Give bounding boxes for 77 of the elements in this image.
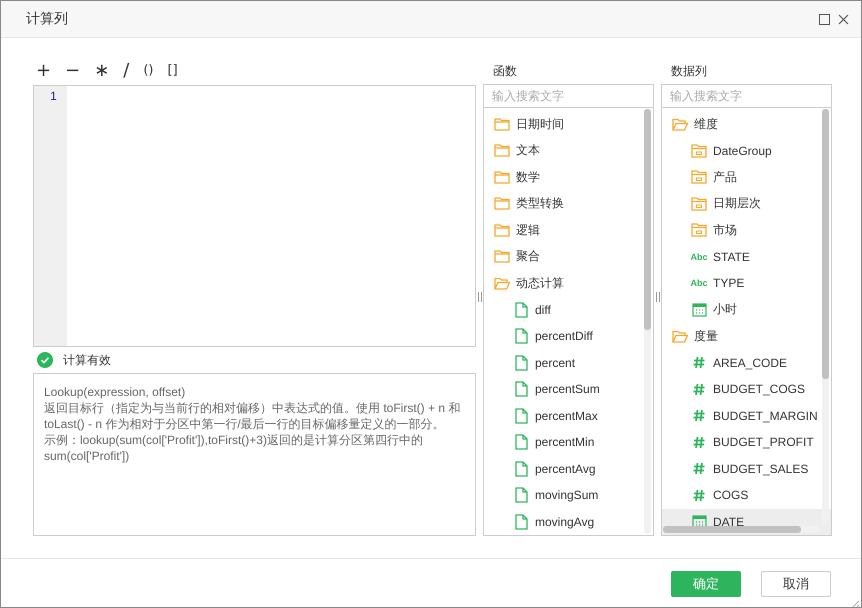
code-editor[interactable]: 1 xyxy=(33,85,476,347)
line-number: 1 xyxy=(49,89,58,103)
tree-item[interactable]: COGS xyxy=(662,482,831,508)
tree-item[interactable]: BUDGET_COGS xyxy=(662,376,831,402)
number-icon xyxy=(693,488,705,502)
operator-button[interactable]: + xyxy=(33,62,54,80)
text-type-label: Abc xyxy=(690,252,708,262)
validation-message: 计算有效 xyxy=(63,352,111,368)
panel-title: 数据列 xyxy=(670,63,708,80)
tree-item[interactable]: percentAvg xyxy=(484,456,653,482)
tree-item[interactable]: Abc TYPE xyxy=(662,270,831,296)
tree-item[interactable]: percentMax xyxy=(484,402,653,429)
scrollbar[interactable] xyxy=(663,526,820,533)
number-icon xyxy=(693,436,705,449)
document-icon xyxy=(514,328,528,344)
folder-item[interactable]: 逻辑 xyxy=(484,217,653,244)
folder-item[interactable]: 文本 xyxy=(484,138,653,164)
tree-item[interactable]: percentMin xyxy=(484,429,653,456)
tree-item[interactable]: BUDGET_PROFIT xyxy=(662,429,831,456)
operator-button[interactable]: () xyxy=(140,62,157,80)
document-icon xyxy=(514,381,528,398)
operator-button[interactable]: ∗ xyxy=(91,62,112,80)
calendar-icon xyxy=(692,302,706,318)
folder-item[interactable]: 度量 xyxy=(662,323,831,350)
text-type-label: Abc xyxy=(690,278,708,288)
cancel-button[interactable]: 取消 xyxy=(761,571,831,597)
tree-item[interactable]: movingSum xyxy=(484,482,653,508)
number-icon xyxy=(693,382,705,396)
panel-title: 函数 xyxy=(492,63,518,80)
search-field[interactable]: 输入搜索文字 xyxy=(483,84,654,108)
close-icon[interactable] xyxy=(838,14,849,24)
folder-icon xyxy=(691,196,707,211)
tree-item[interactable]: DateGroup xyxy=(662,138,831,164)
tree-item[interactable]: BUDGET_MARGIN xyxy=(662,402,831,429)
folder-item[interactable]: 维度 xyxy=(662,111,831,138)
tree-item[interactable]: 小时 xyxy=(662,296,831,323)
splitter-handle-icon[interactable] xyxy=(478,292,482,302)
folder-item[interactable]: 数学 xyxy=(484,164,653,190)
tree-item[interactable]: AREA_CODE xyxy=(662,350,831,376)
scrollbar[interactable] xyxy=(822,109,829,525)
document-icon xyxy=(514,460,528,477)
document-icon xyxy=(514,514,528,530)
operator-button[interactable]: [] xyxy=(164,62,181,80)
tree-item[interactable]: 市场 xyxy=(662,217,831,244)
document-icon xyxy=(514,354,528,371)
tree-item[interactable]: 产品 xyxy=(662,164,831,190)
document-icon xyxy=(514,487,528,504)
folder-item[interactable]: 类型转换 xyxy=(484,190,653,217)
document-icon xyxy=(514,408,528,424)
number-icon xyxy=(693,462,705,476)
resize-grip-icon[interactable] xyxy=(850,598,860,608)
window-title: 计算列 xyxy=(26,10,69,28)
tree-item[interactable]: BUDGET_SALES xyxy=(662,456,831,482)
maximize-icon[interactable] xyxy=(819,14,830,24)
document-icon xyxy=(514,302,528,318)
tree-item[interactable]: percentSum xyxy=(484,376,653,402)
tree-item[interactable]: diff xyxy=(484,296,653,323)
tree-item[interactable]: Abc STATE xyxy=(662,244,831,270)
folder-icon xyxy=(691,144,707,158)
scrollbar[interactable] xyxy=(644,109,651,534)
folder-item[interactable]: 日期时间 xyxy=(484,111,653,138)
operator-button[interactable]: / xyxy=(120,62,132,80)
number-icon xyxy=(693,409,705,422)
folder-icon xyxy=(691,170,707,184)
search-field[interactable]: 输入搜索文字 xyxy=(661,84,832,108)
splitter-handle-icon[interactable] xyxy=(656,292,660,302)
document-icon xyxy=(514,434,528,450)
folder-icon xyxy=(691,223,707,238)
operator-button[interactable]: − xyxy=(62,62,84,80)
folder-item[interactable]: 动态计算 xyxy=(484,270,653,296)
tree-item[interactable]: percent xyxy=(484,350,653,376)
folder-item[interactable]: 聚合 xyxy=(484,244,653,270)
tree-item[interactable]: percentDiff xyxy=(484,323,653,350)
tree-item[interactable]: movingAvg xyxy=(484,508,653,535)
number-icon xyxy=(693,356,705,370)
tree-item[interactable]: 日期层次 xyxy=(662,190,831,217)
function-description: Lookup(expression, offset) 返回目标行（指定为与当前行的相对偏移）中表达式的值。使用 toFirst() + n 和 toLast() - n 作为相对于分区中第一行/最后一行的目标偏移量定义的一部分。 示例：lookup(sum(col['Profit']),toFirst()+3)返回的是计算分区第四行中的sum(col['Profit']) xyxy=(33,373,476,536)
